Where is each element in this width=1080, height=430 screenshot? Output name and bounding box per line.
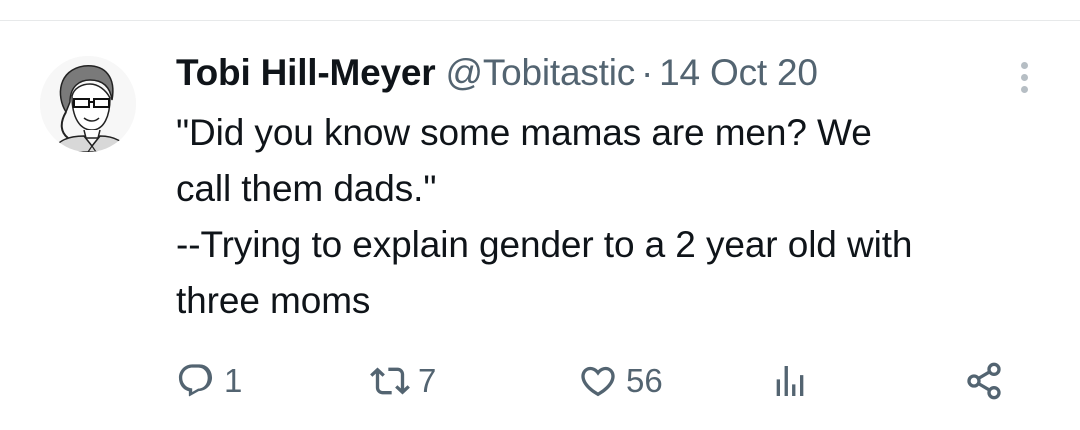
more-options-button[interactable] <box>1010 57 1038 97</box>
more-dot-icon <box>1020 61 1028 69</box>
meta-separator: · <box>641 52 654 93</box>
reply-button[interactable]: 1 <box>176 359 242 403</box>
heart-icon <box>581 366 615 397</box>
tweet-text: "Did you know some mamas are men? We cal… <box>176 105 1056 329</box>
reply-icon <box>178 364 213 397</box>
retweet-icon <box>370 367 410 395</box>
tweet-header: Tobi Hill-Meyer @Tobitastic · 14 Oct 20 <box>176 51 818 95</box>
avatar[interactable] <box>40 56 136 152</box>
tweet-text-line: three moms <box>176 280 371 321</box>
like-count: 56 <box>626 362 663 399</box>
bar-chart-icon <box>776 366 804 396</box>
share-icon <box>967 362 1001 400</box>
avatar-sketch-icon <box>40 56 136 152</box>
user-handle[interactable]: @Tobitastic <box>445 52 635 94</box>
tweet-text-line: "Did you know some mamas are men? We <box>176 112 872 153</box>
tweet-actions: 1 7 56 <box>0 359 1080 403</box>
more-dot-icon <box>1020 85 1028 93</box>
tweet-text-line: --Trying to explain gender to a 2 year o… <box>176 224 913 265</box>
retweet-button[interactable]: 7 <box>370 359 436 403</box>
display-name[interactable]: Tobi Hill-Meyer <box>176 52 436 94</box>
reply-count: 1 <box>224 362 243 399</box>
tweet-text-line: call them dads." <box>176 168 437 209</box>
more-dot-icon <box>1020 73 1028 81</box>
tweet[interactable]: Tobi Hill-Meyer @Tobitastic · 14 Oct 20 … <box>0 21 1080 430</box>
tweet-date[interactable]: 14 Oct 20 <box>659 52 818 94</box>
views-button[interactable] <box>770 359 810 403</box>
like-button[interactable]: 56 <box>578 359 663 403</box>
retweet-count: 7 <box>418 362 437 399</box>
share-button[interactable] <box>964 359 1004 403</box>
